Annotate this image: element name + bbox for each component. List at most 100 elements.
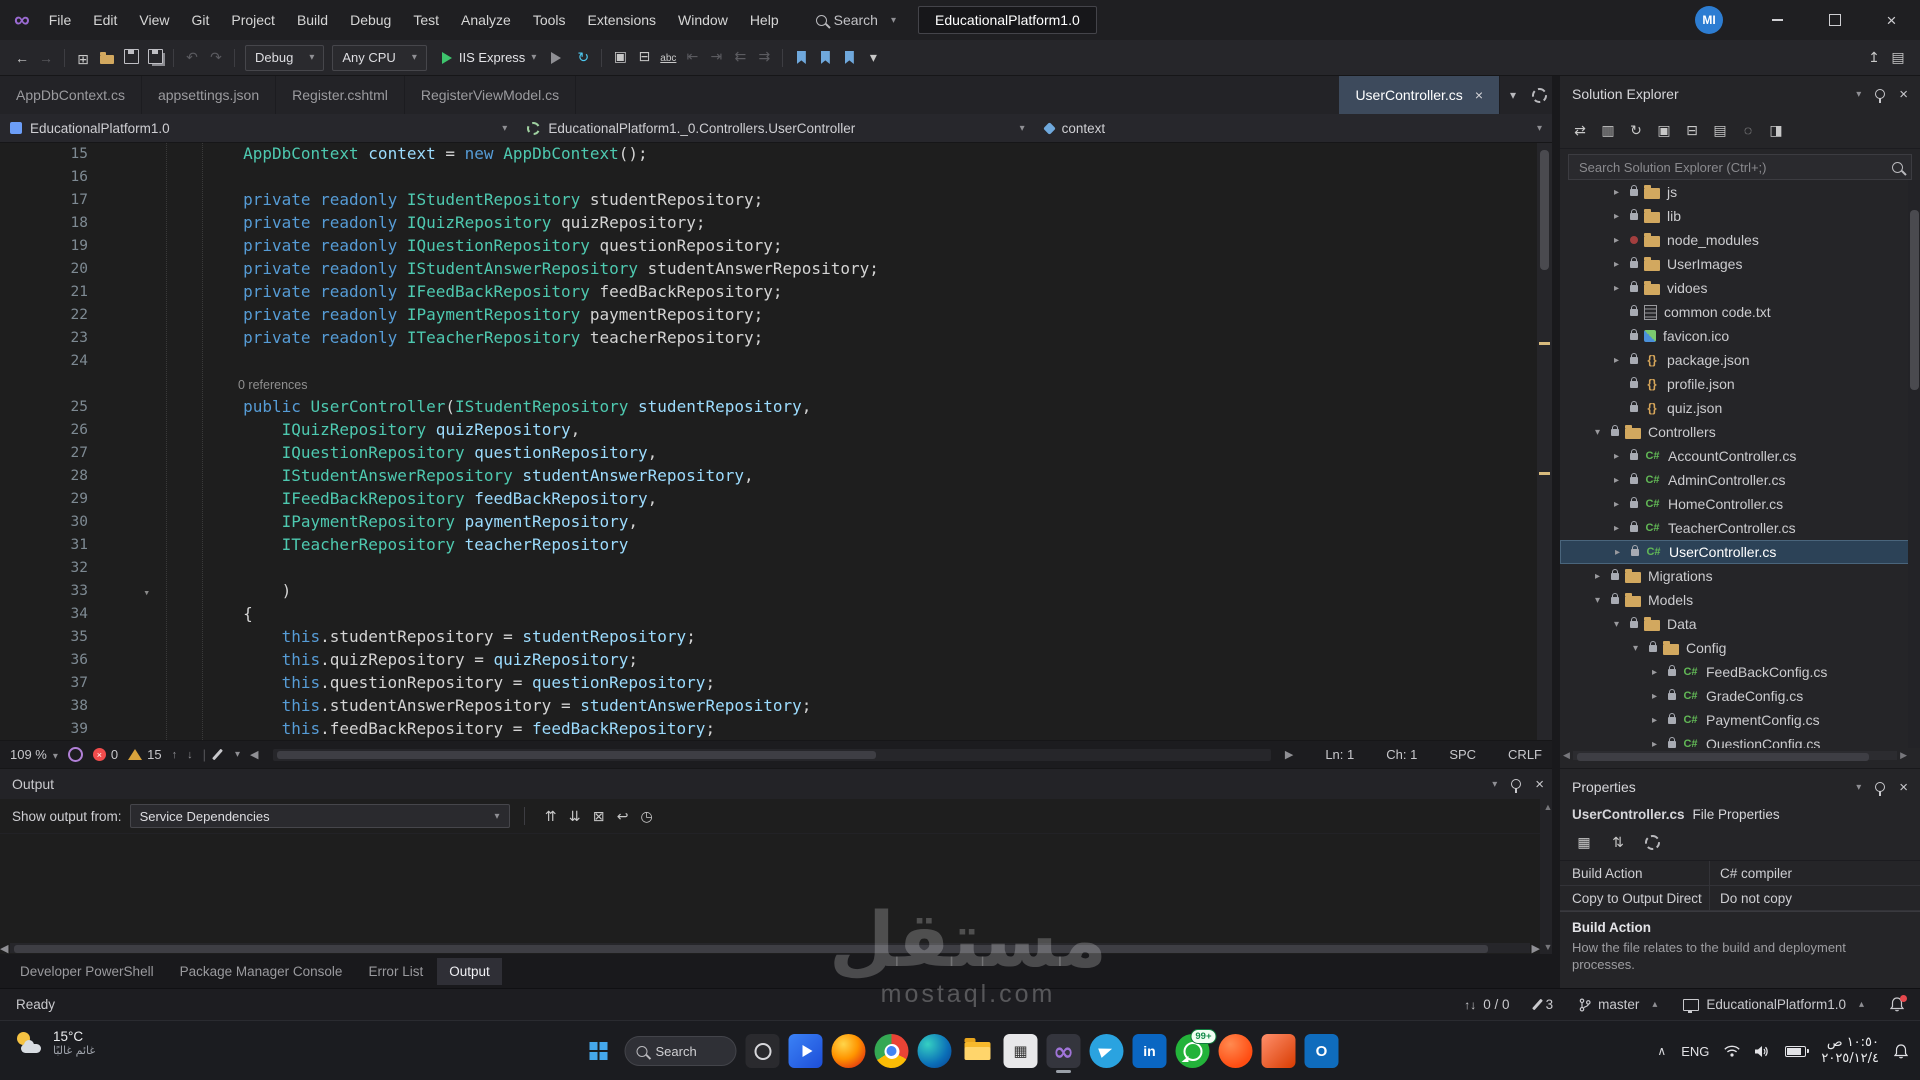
tree-item-controllers[interactable]: ▾Controllers: [1560, 420, 1920, 444]
open-folder-icon[interactable]: [96, 47, 118, 71]
platform-dropdown[interactable]: Any CPU▾: [332, 45, 427, 71]
property-row-copy-to-output-direct[interactable]: Copy to Output DirectDo not copy: [1560, 886, 1920, 911]
properties-categorized-icon[interactable]: ▦: [1573, 830, 1595, 854]
nest-icon[interactable]: ▣: [1653, 118, 1675, 142]
package-manager-icon[interactable]: ▣: [609, 45, 631, 69]
calculator-icon[interactable]: ▦: [1004, 1034, 1038, 1068]
show-timestamp-icon[interactable]: ◷: [636, 804, 658, 828]
code-health-icon[interactable]: [68, 747, 83, 762]
user-avatar[interactable]: MI: [1695, 6, 1723, 34]
indent-increase-icon[interactable]: ⇉: [753, 45, 775, 69]
tab-appdbcontext-cs[interactable]: AppDbContext.cs: [0, 76, 142, 114]
menu-test[interactable]: Test: [402, 0, 450, 40]
notifications-bell[interactable]: [1890, 997, 1904, 1012]
tree-item-vidoes[interactable]: ▸vidoes: [1560, 276, 1920, 300]
code-line[interactable]: 25 public UserController(IStudentReposit…: [0, 395, 1537, 418]
repository-selector[interactable]: EducationalPlatform1.0▴: [1683, 997, 1864, 1012]
switch-views-icon[interactable]: ⇄: [1569, 118, 1591, 142]
wifi-icon[interactable]: [1724, 1045, 1740, 1057]
code-line[interactable]: 24: [0, 349, 1537, 372]
panel-tab-package-manager-console[interactable]: Package Manager Console: [168, 958, 355, 985]
pending-changes-filter-icon[interactable]: ▥: [1597, 118, 1619, 142]
toolbar-overflow-icon[interactable]: ▾: [862, 46, 884, 70]
chrome-icon[interactable]: [875, 1034, 909, 1068]
code-line[interactable]: 28 IStudentAnswerRepository studentAnswe…: [0, 464, 1537, 487]
previous-issue-icon[interactable]: ↑: [172, 749, 178, 761]
column-indicator[interactable]: Ch: 1: [1386, 747, 1417, 762]
properties-icon[interactable]: ◌: [1737, 118, 1759, 142]
tree-item-js[interactable]: ▸js: [1560, 180, 1920, 204]
menu-view[interactable]: View: [128, 0, 180, 40]
code-line[interactable]: 23 private readonly ITeacherRepository t…: [0, 326, 1537, 349]
tab-registerviewmodel-cs[interactable]: RegisterViewModel.cs: [405, 76, 576, 114]
chevron-right-icon[interactable]: ▸: [1614, 355, 1630, 366]
code-line[interactable]: 33▾ ): [0, 579, 1537, 602]
type-crumb[interactable]: EducationalPlatform1._0.Controllers.User…: [517, 114, 1034, 142]
scrollbar-thumb[interactable]: [1910, 210, 1919, 390]
chevron-right-icon[interactable]: ▸: [1615, 547, 1631, 558]
linkedin-icon[interactable]: in: [1133, 1034, 1167, 1068]
code-line[interactable]: 39 this.feedBackRepository = feedBackRep…: [0, 717, 1537, 740]
tree-item-feedbackconfig-cs[interactable]: ▸C#FeedBackConfig.cs: [1560, 660, 1920, 684]
edge-icon[interactable]: [918, 1034, 952, 1068]
new-project-icon[interactable]: ⊞: [72, 47, 94, 71]
code-line[interactable]: 38 this.studentAnswerRepository = studen…: [0, 694, 1537, 717]
spell-check-icon[interactable]: abc: [657, 47, 679, 71]
file-explorer-icon[interactable]: [961, 1034, 995, 1068]
code-line[interactable]: 18 private readonly IQuizRepository quiz…: [0, 211, 1537, 234]
save-all-icon[interactable]: [144, 44, 166, 68]
firefox-icon[interactable]: [832, 1034, 866, 1068]
save-icon[interactable]: [120, 44, 142, 68]
navigate-back-code-icon[interactable]: ⇤: [681, 45, 703, 69]
tree-item-userimages[interactable]: ▸UserImages: [1560, 252, 1920, 276]
code-line[interactable]: 32: [0, 556, 1537, 579]
panel-tab-developer-powershell[interactable]: Developer PowerShell: [8, 958, 166, 985]
start-button[interactable]: [582, 1034, 616, 1068]
properties-alphabetical-icon[interactable]: ⇅: [1607, 830, 1629, 854]
member-crumb[interactable]: context ▾: [1035, 114, 1552, 142]
chevron-down-icon[interactable]: ▾: [1856, 89, 1861, 100]
tab-settings-gear-icon[interactable]: [1526, 76, 1552, 114]
chevron-right-icon[interactable]: ▸: [1614, 259, 1630, 270]
editor-horizontal-scrollbar[interactable]: [273, 749, 1271, 761]
close-icon[interactable]: ×: [1899, 779, 1908, 796]
code-line[interactable]: 37 this.questionRepository = questionRep…: [0, 671, 1537, 694]
chevron-right-icon[interactable]: ▸: [1614, 235, 1630, 246]
code-line[interactable]: 30 IPaymentRepository paymentRepository,: [0, 510, 1537, 533]
zoom-control[interactable]: 109 %▾: [10, 747, 58, 762]
tree-item-node-modules[interactable]: ▸node_modules: [1560, 228, 1920, 252]
space-indicator[interactable]: SPC: [1449, 747, 1476, 762]
code-line[interactable]: 29 IFeedBackRepository feedBackRepositor…: [0, 487, 1537, 510]
tree-item-accountcontroller-cs[interactable]: ▸C#AccountController.cs: [1560, 444, 1920, 468]
output-horizontal-scrollbar[interactable]: ◀ ▶: [0, 941, 1540, 955]
taskbar-search[interactable]: Search: [625, 1036, 737, 1066]
menu-debug[interactable]: Debug: [339, 0, 402, 40]
redo-icon[interactable]: ↷: [205, 46, 227, 70]
visual-studio-icon[interactable]: ∞: [1047, 1034, 1081, 1068]
menu-analyze[interactable]: Analyze: [450, 0, 522, 40]
project-crumb[interactable]: EducationalPlatform1.0 ▾: [0, 114, 517, 142]
scroll-left-icon[interactable]: ◀: [250, 748, 258, 761]
code-line[interactable]: 15 AppDbContext context = new AppDbConte…: [0, 142, 1537, 165]
menu-build[interactable]: Build: [286, 0, 339, 40]
panel-tab-output[interactable]: Output: [437, 958, 502, 985]
office-icon[interactable]: [1262, 1034, 1296, 1068]
tree-item-package-json[interactable]: ▸{}package.json: [1560, 348, 1920, 372]
warning-count[interactable]: 15: [128, 747, 161, 762]
bookmark-menu-icon[interactable]: [838, 46, 860, 70]
tab-appsettings-json[interactable]: appsettings.json: [142, 76, 276, 114]
preview-icon[interactable]: ◨: [1765, 118, 1787, 142]
telegram-icon[interactable]: [1090, 1034, 1124, 1068]
chevron-down-icon[interactable]: ▾: [1492, 779, 1497, 790]
chevron-down-icon[interactable]: ▾: [1856, 782, 1861, 793]
previous-bookmark-icon[interactable]: [790, 46, 812, 70]
pin-icon[interactable]: [1875, 782, 1885, 792]
tab-close-icon[interactable]: ×: [1475, 87, 1483, 103]
code-line[interactable]: 16: [0, 165, 1537, 188]
menu-project[interactable]: Project: [220, 0, 286, 40]
code-line[interactable]: 21 private readonly IFeedBackRepository …: [0, 280, 1537, 303]
scrollbar-thumb[interactable]: [14, 945, 1487, 953]
outlook-icon[interactable]: O: [1305, 1034, 1339, 1068]
git-branch[interactable]: master▴: [1579, 997, 1657, 1012]
chevron-right-icon[interactable]: ▸: [1614, 451, 1630, 462]
